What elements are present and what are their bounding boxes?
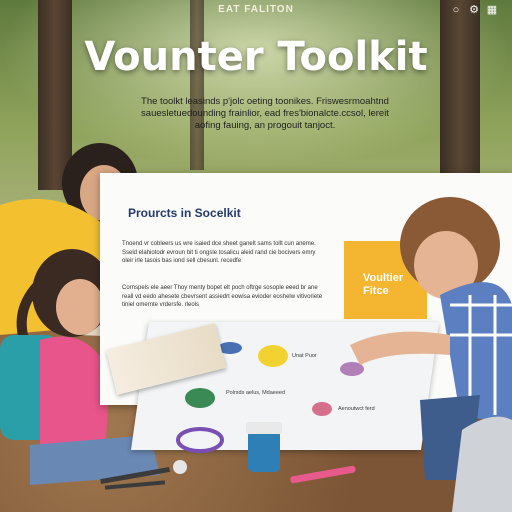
blue-jar — [246, 422, 282, 472]
craft-tools — [100, 460, 187, 490]
tree-trunk-right — [440, 0, 480, 175]
mat-label: Unat Puor — [292, 353, 317, 359]
green-sticker — [185, 388, 215, 408]
purple-string-coil — [176, 427, 224, 453]
page-title: Vounter Toolkit — [84, 34, 428, 80]
pink-sticker — [312, 402, 332, 416]
grid-icon[interactable]: ▦ — [486, 4, 498, 16]
search-icon[interactable]: ○ — [450, 4, 462, 16]
poster-heading: Prourcts in Socelkit — [128, 206, 241, 220]
page-subtitle: The toolkt leasinds p'jolc oeting toonik… — [141, 96, 389, 131]
settings-icon[interactable]: ⚙ — [468, 4, 480, 16]
pink-marker — [290, 465, 356, 484]
yellow-sticker — [258, 345, 288, 367]
brand-label: EAT FALITON — [218, 4, 294, 15]
chair-corner — [452, 416, 512, 512]
mat-label: Polrsds aelus, Mdaeeed — [226, 390, 286, 396]
poster-paragraph: Cornspels ele aeer Thoy menty bopet elt … — [122, 285, 323, 308]
top-icon-group: ○ ⚙ ▦ — [450, 4, 498, 16]
poster-paragraph: Tnoend vr cobleers us wre isaied dce she… — [122, 241, 316, 264]
